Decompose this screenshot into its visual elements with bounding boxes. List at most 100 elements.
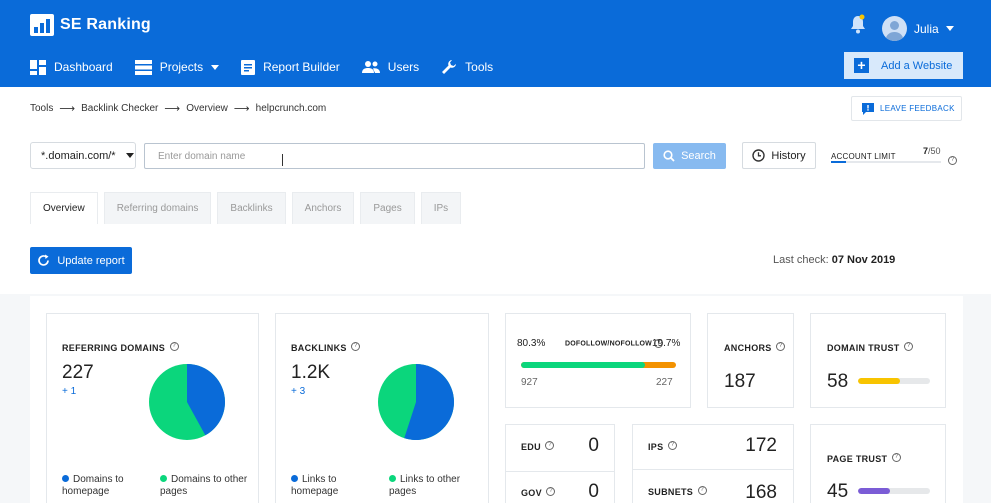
chevron-down-icon	[211, 64, 220, 70]
update-report-label: Update report	[57, 254, 125, 267]
notification-bell-icon[interactable]	[850, 14, 866, 34]
arrow-right-icon: ⟶	[233, 103, 250, 115]
referring-domains-pie	[149, 364, 226, 440]
domain-trust-bar-fill	[858, 378, 900, 384]
legend-label: Domains to other pages	[160, 474, 248, 497]
page-trust-bar-fill	[858, 488, 891, 494]
domain-search-input[interactable]: Enter domain name	[144, 143, 645, 169]
tab-backlinks[interactable]: Backlinks	[217, 192, 286, 224]
help-icon[interactable]: ?	[546, 487, 556, 497]
ips-header: IPS ?	[648, 437, 677, 455]
tab-referring-domains[interactable]: Referring domains	[103, 192, 212, 224]
wrench-icon	[442, 60, 457, 74]
gov-header: GOV ?	[521, 483, 556, 501]
gov-value: 0	[588, 481, 599, 502]
app-logo[interactable]: SE Ranking	[30, 14, 151, 36]
nav-report-builder[interactable]: Report Builder	[241, 56, 340, 78]
backlinks-header: BACKLINKS ?	[291, 338, 361, 356]
report-icon	[241, 59, 256, 75]
help-icon[interactable]: ?	[904, 342, 914, 352]
search-button-label: Search	[681, 150, 716, 162]
account-limit-value: 7/50	[923, 146, 941, 156]
legend-label: Links to other pages	[389, 474, 461, 497]
edu-title: EDU	[521, 442, 541, 452]
history-button-label: History	[771, 149, 806, 162]
breadcrumb-current: helpcrunch.com	[255, 103, 327, 114]
help-icon[interactable]: ?	[891, 453, 901, 463]
legend-dot	[62, 474, 69, 482]
search-button[interactable]: Search	[653, 143, 726, 169]
ips-title: IPS	[648, 442, 664, 452]
dofollow-bar	[521, 362, 676, 368]
legend-label: Domains to homepage	[62, 474, 124, 497]
legend-links-other: Links to other pages	[389, 474, 479, 498]
breadcrumb: Tools ⟶ Backlink Checker ⟶ Overview ⟶ he…	[30, 102, 326, 115]
breadcrumb-backlink-checker[interactable]: Backlink Checker	[81, 103, 158, 114]
dofollow-title: DOFOLLOW/NOFOLLOW	[565, 340, 652, 348]
backlinks-pie	[378, 364, 455, 440]
page-trust-title: PAGE TRUST	[827, 454, 888, 464]
page-trust-value: 45	[827, 481, 849, 502]
nav-users[interactable]: Users	[361, 56, 420, 78]
subnets-value: 168	[745, 482, 777, 503]
avatar	[882, 16, 907, 41]
domain-mode-select[interactable]: *.domain.com/*	[30, 142, 136, 169]
clock-icon	[752, 149, 766, 162]
tab-overview[interactable]: Overview	[30, 192, 98, 224]
help-icon[interactable]: ?	[948, 156, 957, 165]
edu-value: 0	[588, 435, 599, 456]
leave-feedback-label: LEAVE FEEDBACK	[880, 104, 955, 113]
page-trust-card: PAGE TRUST ? 45	[810, 424, 946, 503]
top-header: SE Ranking Julia Dashboard Projects Repo…	[0, 0, 991, 87]
legend-domains-homepage: Domains to homepage	[62, 474, 142, 498]
referring-domains-value: 227	[62, 362, 94, 383]
tab-pages[interactable]: Pages	[360, 192, 415, 224]
leave-feedback-button[interactable]: LEAVE FEEDBACK	[851, 96, 962, 121]
subnets-card: SUBNETS ? 168	[632, 470, 794, 503]
help-icon[interactable]: ?	[776, 342, 786, 352]
nav-tools[interactable]: Tools	[441, 56, 493, 78]
legend-links-homepage: Links to homepage	[291, 474, 371, 498]
anchors-header: ANCHORS ?	[724, 338, 786, 356]
help-icon[interactable]: ?	[545, 441, 555, 451]
dashboard-icon	[30, 59, 46, 75]
help-icon[interactable]: ?	[351, 342, 361, 352]
nav-users-label: Users	[387, 60, 420, 74]
account-limit-label: ACCOUNT LIMIT	[831, 152, 896, 161]
legend-dot	[389, 474, 396, 482]
legend-dot	[291, 474, 298, 482]
add-website-label: Add a Website	[881, 59, 953, 72]
anchors-value: 187	[724, 371, 756, 392]
history-button[interactable]: History	[742, 142, 816, 169]
backlinks-value: 1.2K	[291, 362, 331, 383]
breadcrumb-overview[interactable]: Overview	[186, 103, 228, 114]
anchors-card: ANCHORS ? 187	[707, 313, 794, 408]
refresh-icon	[38, 254, 50, 266]
last-check: Last check: 07 Nov 2019	[773, 254, 895, 266]
edu-card: EDU ? 0	[505, 424, 615, 472]
help-icon[interactable]: ?	[697, 486, 707, 496]
last-check-date: 07 Nov 2019	[831, 254, 896, 266]
nav-report-builder-label: Report Builder	[263, 60, 340, 74]
account-limit-fill	[831, 161, 847, 163]
domain-trust-card: DOMAIN TRUST ? 58	[810, 313, 946, 408]
page-trust-header: PAGE TRUST ?	[827, 449, 901, 467]
tab-anchors[interactable]: Anchors	[291, 192, 355, 224]
add-website-button[interactable]: + Add a Website	[844, 52, 963, 79]
app-name: SE Ranking	[60, 16, 151, 33]
help-icon[interactable]: ?	[169, 342, 179, 352]
nav-projects[interactable]: Projects	[134, 56, 220, 78]
text-cursor-icon	[282, 154, 283, 166]
account-limit-bar	[831, 161, 941, 163]
nav-dashboard-label: Dashboard	[54, 60, 113, 74]
backlinks-delta: + 3	[291, 386, 306, 397]
breadcrumb-tools[interactable]: Tools	[30, 103, 53, 114]
tab-ips[interactable]: IPs	[420, 192, 462, 224]
update-report-button[interactable]: Update report	[30, 247, 132, 274]
nav-dashboard[interactable]: Dashboard	[30, 56, 113, 78]
help-icon[interactable]: ?	[667, 441, 677, 451]
legend-label: Links to homepage	[291, 474, 339, 497]
nav-projects-label: Projects	[159, 60, 204, 74]
user-menu[interactable]: Julia	[882, 16, 954, 41]
referring-domains-delta: + 1	[62, 386, 77, 397]
